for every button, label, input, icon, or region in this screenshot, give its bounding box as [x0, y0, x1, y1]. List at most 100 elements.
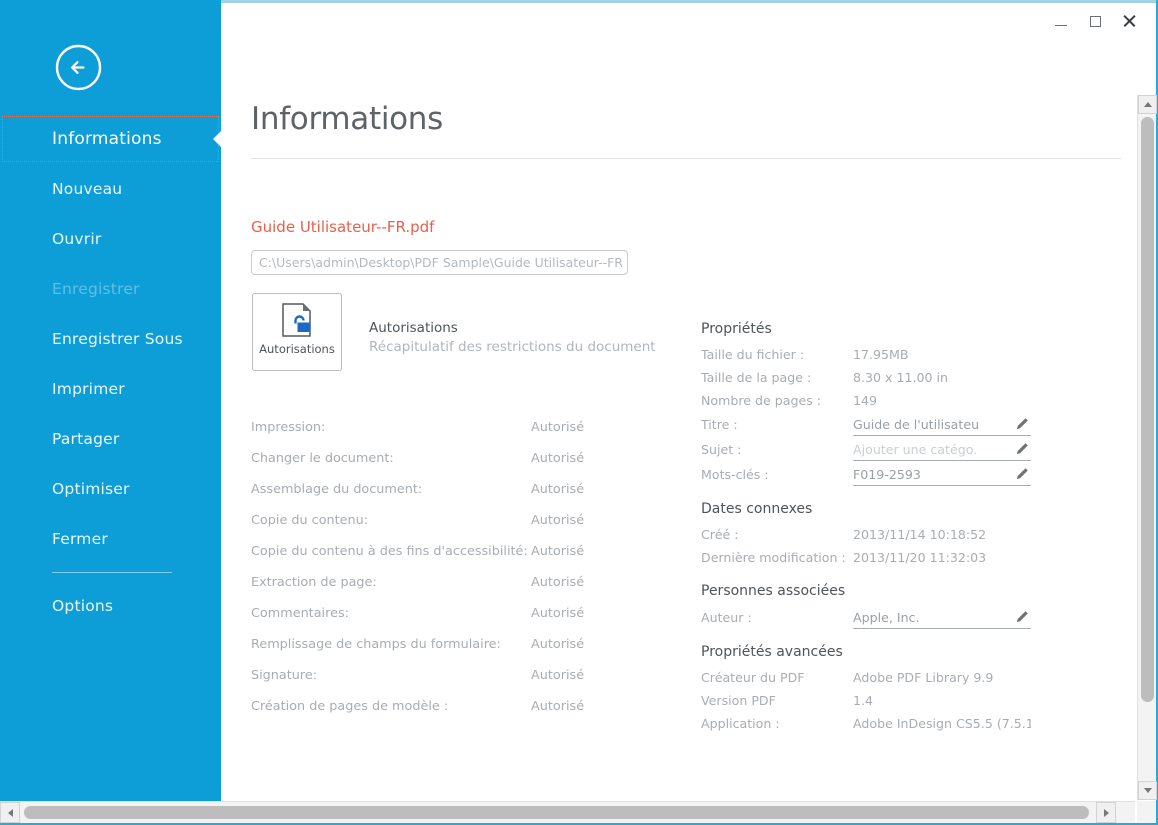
permission-key: Copie du contenu à des fins d'accessibil… [251, 544, 528, 559]
focus-ring [2, 116, 219, 162]
minimize-button[interactable] [1044, 6, 1078, 36]
minimize-icon [1055, 24, 1067, 27]
permission-value: Autorisé [531, 513, 585, 528]
chevron-up-icon [1143, 102, 1152, 107]
properties-group-title: Propriétés avancées [701, 644, 843, 660]
permission-value: Autorisé [531, 668, 585, 683]
sidebar-item-optimiser[interactable]: Optimiser [0, 464, 221, 514]
selection-pointer-icon [213, 130, 221, 148]
scroll-left-button[interactable] [0, 802, 20, 823]
properties-group-title: Propriétés [701, 321, 772, 337]
edit-pencil-icon[interactable] [1015, 610, 1029, 624]
permission-key: Assemblage du document: [251, 482, 423, 497]
file-path-input[interactable]: C:\Users\admin\Desktop\PDF Sample\Guide … [251, 250, 628, 275]
table-row: Copie du contenu: Autorisé [251, 505, 631, 536]
permission-key: Création de pages de modèle : [251, 699, 449, 714]
sidebar-item-informations[interactable]: Informations [0, 114, 221, 164]
chevron-down-icon [1143, 788, 1152, 793]
permission-value: Autorisé [531, 699, 585, 714]
sidebar-item-enregistrer-sous[interactable]: Enregistrer Sous [0, 314, 221, 364]
property-application: Application : Adobe InDesign CS5.5 (7.5.… [701, 712, 1031, 735]
permission-value: Autorisé [531, 637, 585, 652]
permission-key: Signature: [251, 668, 318, 683]
permissions-button[interactable]: Autorisations [252, 293, 342, 371]
property-key: Version PDF [701, 693, 776, 708]
sidebar-item-label: Partager [52, 430, 120, 448]
edit-pencil-icon[interactable] [1015, 442, 1029, 456]
property-value: 2013/11/14 10:18:52 [853, 527, 987, 542]
subject-field[interactable]: Ajouter une catégo... [853, 438, 1031, 461]
permission-key: Extraction de page: [251, 575, 377, 590]
close-button[interactable] [1112, 6, 1146, 36]
edit-pencil-icon[interactable] [1015, 467, 1029, 481]
permission-key: Commentaires: [251, 606, 349, 621]
property-pdf-version: Version PDF 1.4 [701, 689, 1031, 712]
scroll-right-button[interactable] [1096, 802, 1116, 823]
sidebar-item-options[interactable]: Options [0, 581, 221, 631]
back-button[interactable] [55, 44, 102, 91]
keywords-field[interactable]: F019-2593 [853, 463, 1031, 486]
property-key: Application : [701, 716, 780, 731]
horizontal-scrollbar[interactable] [0, 801, 1135, 823]
sidebar: Informations Nouveau Ouvrir Enregistrer … [0, 0, 221, 803]
permission-key: Impression: [251, 420, 326, 435]
sidebar-item-label: Options [52, 597, 114, 615]
close-icon [1122, 14, 1136, 28]
table-row: Création de pages de modèle : Autorisé [251, 691, 631, 722]
sidebar-item-fermer[interactable]: Fermer [0, 514, 221, 564]
permission-value: Autorisé [531, 575, 585, 590]
vertical-scrollbar[interactable] [1137, 95, 1157, 800]
property-pdf-producer: Créateur du PDF Adobe PDF Library 9.9 [701, 666, 1031, 689]
horizontal-scrollbar-thumb[interactable] [24, 806, 1089, 819]
table-row: Assemblage du document: Autorisé [251, 474, 631, 505]
property-key: Dernière modification : [701, 550, 846, 565]
property-modified: Dernière modification : 2013/11/20 11:32… [701, 546, 1031, 569]
main-content: Informations Guide Utilisateur--FR.pdf C… [221, 3, 1134, 800]
edit-pencil-icon[interactable] [1015, 417, 1029, 431]
property-value: Apple, Inc. [853, 609, 920, 625]
property-key: Titre : [701, 417, 738, 432]
app-window: Informations Nouveau Ouvrir Enregistrer … [0, 0, 1158, 825]
window-controls [1044, 6, 1146, 36]
table-row: Extraction de page: Autorisé [251, 567, 631, 598]
maximize-button[interactable] [1078, 6, 1112, 36]
sidebar-item-ouvrir[interactable]: Ouvrir [0, 214, 221, 264]
property-value: F019-2593 [853, 466, 921, 482]
sidebar-nav: Informations Nouveau Ouvrir Enregistrer … [0, 114, 221, 631]
sidebar-item-label: Optimiser [52, 480, 130, 498]
property-subject: Sujet : Ajouter une catégo... [701, 437, 1031, 462]
property-key: Mots-clés : [701, 467, 769, 482]
properties-group-title: Dates connexes [701, 501, 813, 517]
title-field[interactable]: Guide de l'utilisateur d [853, 413, 1031, 436]
permissions-table: Impression: Autorisé Changer le document… [251, 412, 631, 722]
document-unlock-icon [282, 303, 311, 337]
property-value: 17.95MB [853, 347, 909, 362]
property-key: Sujet : [701, 442, 742, 457]
back-arrow-icon [55, 44, 102, 91]
maximize-icon [1089, 15, 1101, 27]
sidebar-item-partager[interactable]: Partager [0, 414, 221, 464]
property-value: 2013/11/20 11:32:03 [853, 550, 987, 565]
sidebar-item-imprimer[interactable]: Imprimer [0, 364, 221, 414]
sidebar-item-nouveau[interactable]: Nouveau [0, 164, 221, 214]
sidebar-item-enregistrer: Enregistrer [0, 264, 221, 314]
scroll-up-button[interactable] [1138, 95, 1157, 114]
permission-key: Remplissage de champs du formulaire: [251, 637, 501, 652]
property-key: Créé : [701, 527, 739, 542]
author-field[interactable]: Apple, Inc. [853, 606, 1031, 629]
table-row: Remplissage de champs du formulaire: Aut… [251, 629, 631, 660]
chevron-left-icon [7, 808, 13, 817]
chevron-right-icon [1103, 808, 1109, 817]
table-row: Changer le document: Autorisé [251, 443, 631, 474]
title-divider [251, 158, 1122, 159]
property-value: 8.30 x 11.00 in [853, 370, 949, 385]
property-author: Auteur : Apple, Inc. [701, 605, 1031, 630]
sidebar-item-label: Imprimer [52, 380, 125, 398]
sidebar-item-label: Enregistrer [52, 280, 140, 298]
properties-group-title: Personnes associées [701, 583, 846, 599]
property-value: 1.4 [853, 693, 874, 708]
vertical-scrollbar-thumb[interactable] [1141, 117, 1154, 702]
permission-value: Autorisé [531, 606, 585, 621]
scroll-down-button[interactable] [1138, 781, 1157, 800]
property-value: Guide de l'utilisateur d [853, 416, 978, 432]
